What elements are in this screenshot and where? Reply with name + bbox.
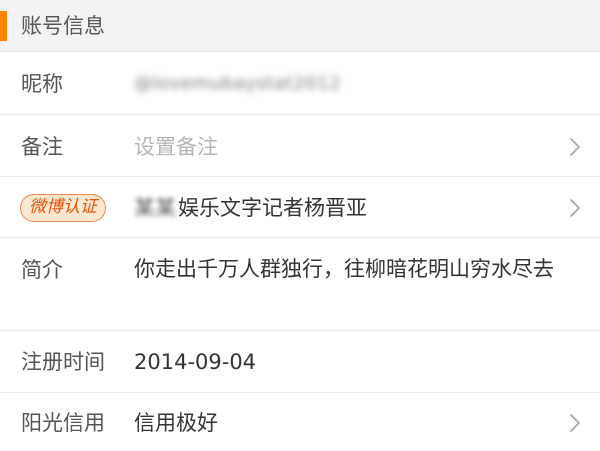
chevron-right-icon — [568, 135, 582, 159]
credit-label: 阳光信用 — [21, 411, 105, 435]
account-info-screen: 账号信息 昵称 @lovemubaystat2012 备注 设置备注 微博认证 … — [0, 0, 600, 451]
remark-row[interactable]: 备注 设置备注 — [0, 115, 600, 177]
register-time-value: 2014-09-04 — [134, 350, 257, 374]
chevron-right-icon — [568, 196, 582, 220]
bio-row: 简介 你走出千万人群独行，往柳暗花明山穷水尽去 — [0, 238, 600, 331]
bio-text: 你走出千万人群独行，往柳暗花明山穷水尽去 — [134, 257, 554, 281]
section-title: 账号信息 — [21, 14, 105, 38]
verified-row[interactable]: 微博认证 某某娱乐文字记者杨晋亚 — [0, 177, 600, 238]
nickname-label: 昵称 — [21, 72, 63, 96]
register-time-row: 注册时间 2014-09-04 — [0, 331, 600, 393]
nickname-row: 昵称 @lovemubaystat2012 — [0, 52, 600, 115]
verified-title-blurred-prefix: 某某 — [134, 196, 176, 220]
chevron-right-icon — [568, 411, 582, 435]
remark-placeholder[interactable]: 设置备注 — [134, 133, 218, 161]
register-time-label: 注册时间 — [21, 350, 105, 374]
section-accent-bar — [0, 11, 7, 41]
weibo-verified-badge: 微博认证 — [20, 194, 106, 222]
verified-title-text: 娱乐文字记者杨晋亚 — [178, 196, 367, 220]
section-header: 账号信息 — [0, 0, 600, 52]
verified-title: 某某娱乐文字记者杨晋亚 — [134, 194, 367, 222]
credit-row[interactable]: 阳光信用 信用极好 — [0, 393, 600, 451]
remark-label: 备注 — [21, 135, 63, 159]
bio-label: 简介 — [21, 258, 63, 282]
nickname-value: @lovemubaystat2012 — [134, 73, 342, 94]
credit-value: 信用极好 — [134, 411, 218, 435]
